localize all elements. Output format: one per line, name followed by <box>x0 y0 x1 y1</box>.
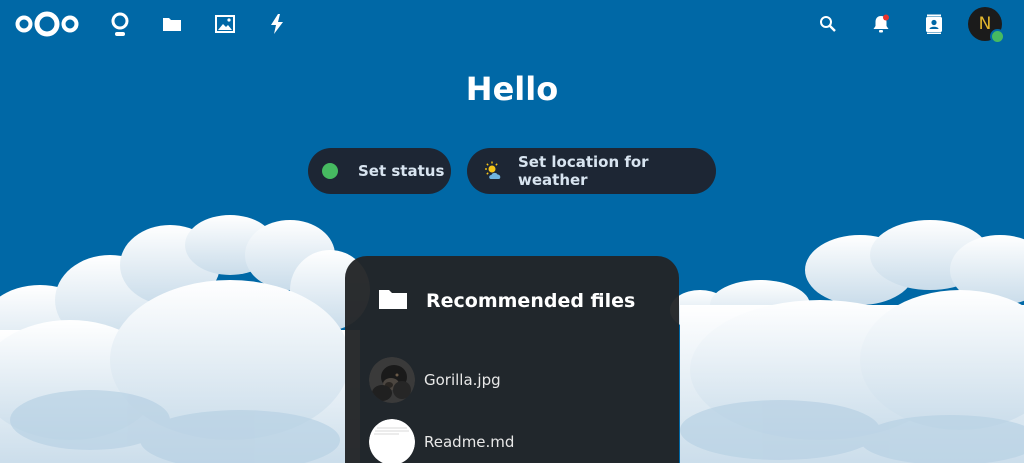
set-weather-location-button[interactable]: Set location for weather <box>467 148 716 194</box>
widget-header: Recommended files <box>378 288 635 314</box>
file-name: Gorilla.jpg <box>424 371 501 389</box>
recommended-files-widget: Recommended files Gorilla.jpg Readme.md <box>345 256 679 463</box>
online-status-indicator <box>990 29 1005 44</box>
set-status-label: Set status <box>358 162 445 180</box>
file-item-gorilla[interactable]: Gorilla.jpg <box>369 356 501 404</box>
file-name: Readme.md <box>424 433 515 451</box>
nextcloud-logo-icon[interactable] <box>14 9 80 39</box>
top-header: N <box>0 0 1024 48</box>
folder-icon <box>378 288 408 314</box>
set-weather-location-label: Set location for weather <box>518 153 649 189</box>
contacts-icon[interactable] <box>920 10 948 38</box>
user-avatar[interactable]: N <box>968 7 1005 44</box>
search-icon[interactable] <box>814 10 842 38</box>
online-status-icon <box>322 163 338 179</box>
set-status-button[interactable]: Set status <box>308 148 451 194</box>
dashboard-icon[interactable] <box>106 10 134 38</box>
weather-sun-cloud-icon <box>484 161 504 181</box>
lightning-icon[interactable] <box>263 10 291 38</box>
readme-thumbnail <box>369 419 415 463</box>
avatar-initial: N <box>978 14 992 34</box>
folder-icon[interactable] <box>158 10 186 38</box>
file-item-readme[interactable]: Readme.md <box>369 418 514 463</box>
image-icon[interactable] <box>211 10 239 38</box>
greeting-heading: Hello <box>465 70 559 108</box>
widget-title: Recommended files <box>426 290 636 312</box>
gorilla-thumbnail <box>369 357 415 403</box>
notifications-bell-icon[interactable] <box>867 10 895 38</box>
